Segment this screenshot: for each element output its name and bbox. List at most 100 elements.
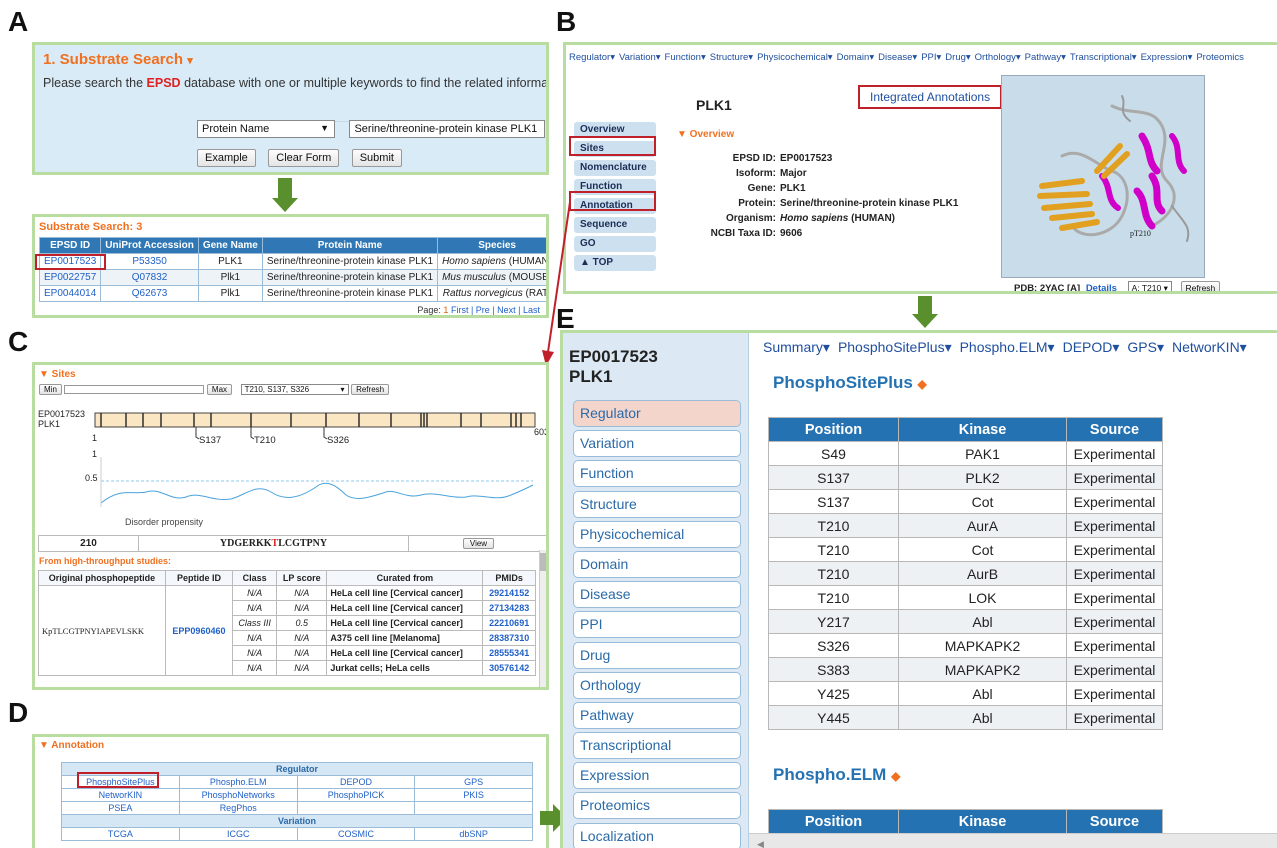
uniprot-link[interactable]: Q07832 [100, 269, 199, 286]
structure-viewer[interactable]: pT210 [1001, 75, 1205, 278]
horizontal-scrollbar[interactable]: ◀ [749, 833, 1277, 848]
pmid-link[interactable]: 29214152 [482, 585, 536, 601]
annotation-link[interactable]: dbSNP [414, 827, 533, 841]
overview-field: Organism: Homo sapiens (HUMAN) [676, 211, 958, 226]
phosphopeptide: KpTLCGTPNYIAPEVLSKK [38, 585, 166, 676]
table-row: T210 AurB Experimental [768, 561, 1163, 586]
annotation-link[interactable]: RegPhos [178, 801, 298, 815]
annotation-link[interactable]: GPS [414, 775, 533, 789]
curated-from: A375 cell line [Melanoma] [326, 630, 484, 646]
refresh-button[interactable]: Refresh [351, 384, 390, 395]
nav-menu-item[interactable]: Pathway▾ [1025, 52, 1066, 63]
integrated-annotations-label[interactable]: Integrated Annotations [858, 85, 1003, 109]
clear-form-button[interactable]: Clear Form [268, 149, 340, 167]
category-item[interactable]: Localization [573, 822, 741, 848]
source-nav-item[interactable]: Phospho.ELM▾ [960, 339, 1055, 355]
pmid-link[interactable]: 27134283 [482, 600, 536, 616]
table-row[interactable]: EP0022757 Q07832 Plk1 Serine/threonine-prot… [38, 269, 546, 286]
annotation-link[interactable]: TCGA [61, 827, 180, 841]
nav-menu-item[interactable]: Drug▾ [945, 52, 970, 63]
sidebar-item[interactable]: Sequence [574, 217, 656, 233]
example-button[interactable]: Example [197, 149, 256, 167]
category-item[interactable]: Pathway [573, 701, 741, 729]
max-button[interactable]: Max [206, 384, 233, 395]
site-select[interactable]: A: T210 ▾ [1127, 281, 1172, 291]
epsd-id-link[interactable]: EP0022757 [38, 269, 102, 286]
sidebar-item[interactable]: Nomenclature [574, 160, 656, 176]
annotation-link[interactable]: PhosphoNetworks [178, 788, 298, 802]
category-item[interactable]: Drug [573, 641, 741, 669]
column-header: Original phosphopeptide [38, 570, 166, 586]
refresh-button[interactable]: Refresh [1180, 281, 1221, 291]
source-nav-item[interactable]: NetworKIN▾ [1172, 339, 1247, 355]
category-item[interactable]: Disease [573, 581, 741, 609]
category-item[interactable]: Expression [573, 762, 741, 790]
position-cell: S137 [768, 489, 899, 514]
category-item[interactable]: Function [573, 460, 741, 488]
nav-menu-item[interactable]: Orthology▾ [975, 52, 1021, 63]
lp-score: N/A [276, 630, 328, 646]
search-field-select[interactable]: Protein Name ▼ [197, 120, 335, 138]
pmid-link[interactable]: 28387310 [482, 630, 536, 646]
nav-menu-item[interactable]: Physicochemical▾ [757, 52, 833, 63]
site-label: T210 [254, 435, 276, 446]
category-item[interactable]: Variation [573, 430, 741, 458]
category-item[interactable]: Proteomics [573, 792, 741, 820]
table-row: T210 LOK Experimental [768, 585, 1163, 610]
source-nav-item[interactable]: Summary▾ [763, 339, 830, 355]
category-item[interactable]: Domain [573, 550, 741, 578]
y-tick-1: 1 [92, 449, 98, 459]
annotation-link[interactable]: ICGC [178, 827, 298, 841]
category-item[interactable]: Physicochemical [573, 520, 741, 548]
search-prompt: Please search the EPSD database with one… [43, 76, 549, 90]
source-nav-item[interactable]: PhosphoSitePlus▾ [838, 339, 952, 355]
annotation-link[interactable]: Phospho.ELM [178, 775, 298, 789]
sidebar-item[interactable]: ▲ TOP [574, 255, 656, 271]
uniprot-link[interactable]: Q62673 [100, 285, 199, 302]
nav-menu-item[interactable]: Structure▾ [710, 52, 753, 63]
source-nav-item[interactable]: GPS▾ [1127, 339, 1164, 355]
table-row[interactable]: EP0044014 Q62673 Plk1 Serine/threonine-prot… [38, 285, 546, 302]
nav-menu-item[interactable]: Disease▾ [878, 52, 917, 63]
category-item[interactable]: PPI [573, 611, 741, 639]
submit-button[interactable]: Submit [351, 149, 402, 167]
sites-select[interactable]: T210, S137, S326 ▾ [240, 384, 349, 395]
nav-menu-item[interactable]: Domain▾ [837, 52, 875, 63]
view-button[interactable]: View [462, 538, 495, 549]
annotation-link[interactable]: COSMIC [296, 827, 416, 841]
details-link[interactable]: Details [1086, 283, 1117, 291]
category-item[interactable]: Transcriptional [573, 732, 741, 760]
zoom-slider[interactable] [64, 385, 205, 395]
annotation-link[interactable]: PSEA [61, 801, 180, 815]
category-item[interactable]: Structure [573, 490, 741, 518]
pmid-link[interactable]: 22210691 [482, 615, 536, 631]
annotation-link[interactable]: DEPOD [296, 775, 416, 789]
category-item[interactable]: Regulator [573, 400, 741, 427]
pmid-link[interactable]: 28555341 [482, 645, 536, 661]
source-nav-item[interactable]: DEPOD▾ [1063, 339, 1120, 355]
nav-menu-item[interactable]: Transcriptional▾ [1070, 52, 1137, 63]
position-cell: S137 [768, 465, 899, 490]
nav-menu-item[interactable]: PPI▾ [921, 52, 941, 63]
nav-menu-item[interactable]: Regulator▾ [569, 52, 615, 63]
annotation-link[interactable]: PhosphoPICK [296, 788, 416, 802]
table-row[interactable]: EP0017523 P53350 PLK1 Serine/threonine-prot… [38, 253, 546, 270]
search-input[interactable]: Serine/threonine-protein kinase PLK1 [349, 120, 546, 138]
annotation-link[interactable]: NetworKIN [61, 788, 180, 802]
nav-menu-item[interactable]: Function▾ [665, 52, 706, 63]
peptide-id-link[interactable]: EPP0960460 [164, 585, 234, 676]
category-item[interactable]: Orthology [573, 671, 741, 699]
nav-menu-item[interactable]: Proteomics [1196, 52, 1244, 63]
annotation-link[interactable]: PKIS [414, 788, 533, 802]
class-cell: Class III [232, 615, 278, 631]
min-button[interactable]: Min [39, 384, 62, 395]
nav-menu-item[interactable]: Variation▾ [619, 52, 661, 63]
pmid-link[interactable]: 30576142 [482, 660, 536, 676]
scrollbar[interactable] [539, 550, 546, 687]
nav-menu-item[interactable]: Expression▾ [1141, 52, 1193, 63]
pager-links[interactable]: First | Pre | Next | Last [451, 305, 540, 315]
uniprot-link[interactable]: P53350 [100, 253, 199, 270]
sidebar-item[interactable]: GO [574, 236, 656, 252]
epsd-id-link[interactable]: EP0044014 [38, 285, 102, 302]
scroll-left-icon[interactable]: ◀ [757, 839, 764, 848]
